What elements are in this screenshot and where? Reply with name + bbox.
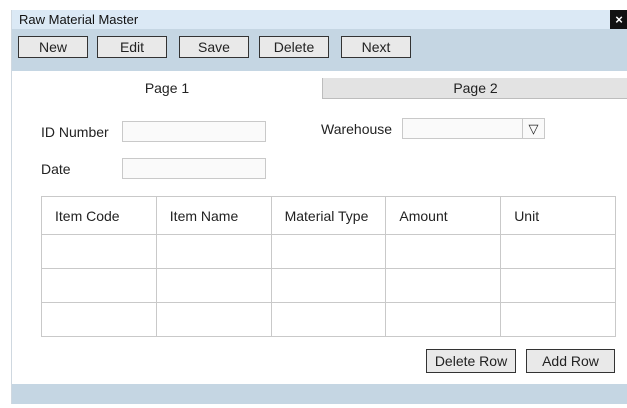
column-header-amount: Amount <box>385 196 502 235</box>
delete-row-button[interactable]: Delete Row <box>426 349 516 373</box>
status-bar <box>12 384 627 404</box>
table-cell[interactable] <box>41 268 157 303</box>
material-items-table: Item Code Item Name Material Type Amount… <box>41 196 616 337</box>
add-row-button[interactable]: Add Row <box>526 349 615 373</box>
table-cell[interactable] <box>385 302 502 337</box>
save-button[interactable]: Save <box>179 36 249 58</box>
dropdown-arrow-icon[interactable]: ▽ <box>522 119 544 138</box>
table-cell[interactable] <box>500 268 616 303</box>
toolbar: New Edit Save Delete Next <box>12 29 627 71</box>
tab-page-1[interactable]: Page 1 <box>12 78 322 99</box>
table-cell[interactable] <box>41 234 157 269</box>
new-button[interactable]: New <box>18 36 88 58</box>
warehouse-select[interactable]: ▽ <box>402 118 545 139</box>
column-header-material-type: Material Type <box>270 196 387 235</box>
table-row[interactable] <box>41 268 616 303</box>
table-cell[interactable] <box>500 302 616 337</box>
column-header-unit: Unit <box>500 196 616 235</box>
column-header-item-code: Item Code <box>41 196 157 235</box>
window-title: Raw Material Master <box>19 12 139 27</box>
warehouse-label: Warehouse <box>321 121 393 137</box>
delete-button[interactable]: Delete <box>259 36 329 58</box>
table-cell[interactable] <box>155 302 272 337</box>
table-cell[interactable] <box>270 302 387 337</box>
date-field[interactable] <box>122 158 266 179</box>
tab-page-2[interactable]: Page 2 <box>322 78 627 99</box>
table-cell[interactable] <box>41 302 157 337</box>
table-header-row: Item Code Item Name Material Type Amount… <box>41 196 616 235</box>
table-cell[interactable] <box>270 234 387 269</box>
date-label: Date <box>41 161 71 177</box>
table-cell[interactable] <box>385 234 502 269</box>
title-bar: Raw Material Master × <box>12 10 627 29</box>
tab-bar: Page 1 Page 2 <box>12 78 627 99</box>
table-cell[interactable] <box>155 234 272 269</box>
id-number-label: ID Number <box>41 124 109 140</box>
close-icon[interactable]: × <box>610 10 627 29</box>
table-cell[interactable] <box>500 234 616 269</box>
app-window: Raw Material Master × New Edit Save Dele… <box>11 10 627 404</box>
column-header-item-name: Item Name <box>155 196 272 235</box>
id-number-field[interactable] <box>122 121 266 142</box>
table-cell[interactable] <box>270 268 387 303</box>
next-button[interactable]: Next <box>341 36 411 58</box>
table-cell[interactable] <box>385 268 502 303</box>
table-row[interactable] <box>41 234 616 269</box>
edit-button[interactable]: Edit <box>97 36 167 58</box>
table-row[interactable] <box>41 302 616 337</box>
table-cell[interactable] <box>155 268 272 303</box>
